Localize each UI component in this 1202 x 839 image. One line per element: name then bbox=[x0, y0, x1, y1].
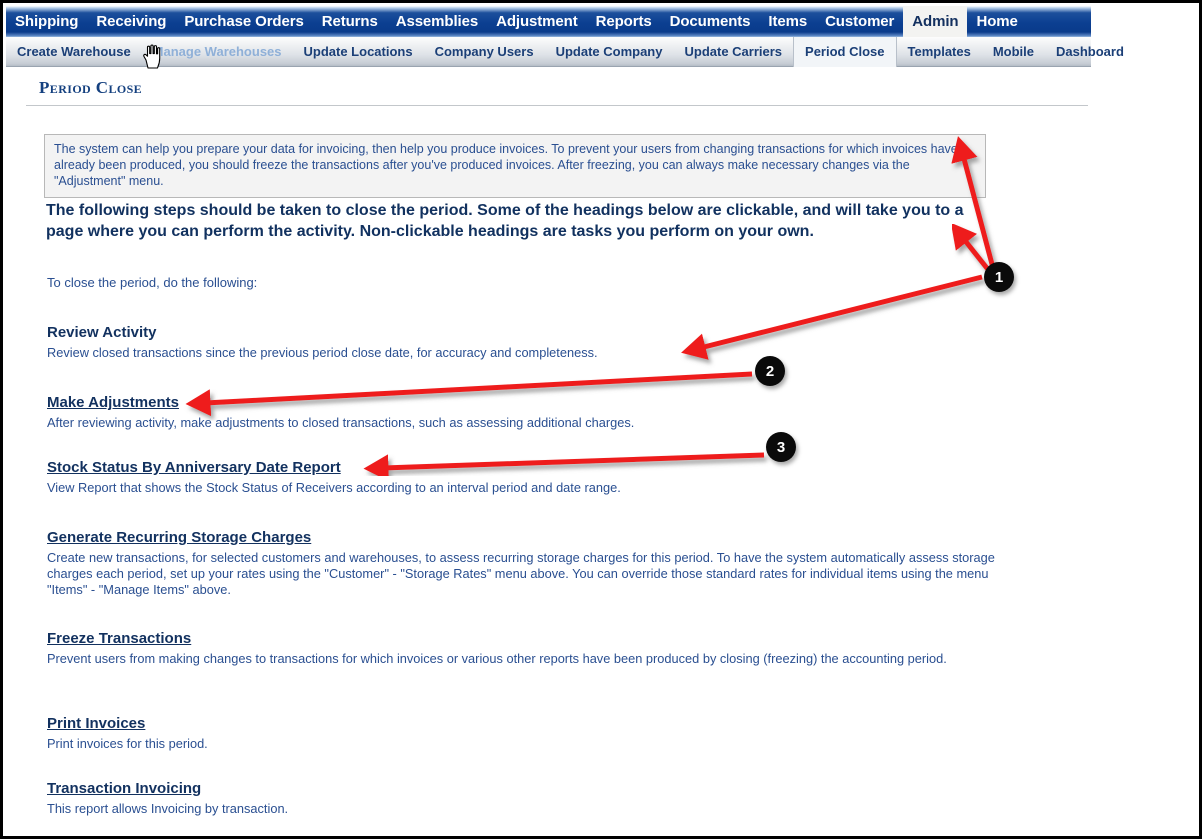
secondary-nav-item-manage-warehouses[interactable]: Manage Warehouses bbox=[142, 37, 293, 67]
step-heading-freeze-transactions[interactable]: Freeze Transactions bbox=[47, 629, 191, 648]
primary-nav-item-receiving[interactable]: Receiving bbox=[87, 7, 175, 37]
secondary-nav-item-company-users[interactable]: Company Users bbox=[424, 37, 545, 67]
step-heading-transaction-invoicing[interactable]: Transaction Invoicing bbox=[47, 779, 201, 798]
step-heading-review-activity: Review Activity bbox=[47, 324, 157, 341]
step-heading-make-adjustments[interactable]: Make Adjustments bbox=[47, 393, 179, 412]
primary-nav-item-home[interactable]: Home bbox=[967, 7, 1026, 37]
step-section-generate-recurring-storage-charges: Generate Recurring Storage Charges Create… bbox=[47, 528, 1007, 598]
primary-nav-item-items[interactable]: Items bbox=[759, 7, 816, 37]
secondary-nav-item-mobile[interactable]: Mobile bbox=[982, 37, 1045, 67]
step-heading-stock-status-by-anniversary-date-report[interactable]: Stock Status By Anniversary Date Report bbox=[47, 458, 341, 477]
primary-nav-item-adjustment[interactable]: Adjustment bbox=[487, 7, 587, 37]
step-description-transaction-invoicing: This report allows Invoicing by transact… bbox=[47, 801, 289, 816]
step-section-review-activity: Review Activity Review closed transaction… bbox=[47, 323, 1007, 361]
secondary-nav-item-create-warehouse[interactable]: Create Warehouse bbox=[6, 37, 142, 67]
step-description-stock-status-by-anniversary-date-report: View Report that shows the Stock Status … bbox=[47, 480, 621, 495]
application-window: Shipping Receiving Purchase Orders Returns A… bbox=[0, 0, 1202, 839]
step-section-freeze-transactions: Freeze Transactions Prevent users from ma… bbox=[47, 629, 1007, 667]
secondary-nav-item-update-company[interactable]: Update Company bbox=[545, 37, 674, 67]
step-description-make-adjustments: After reviewing activity, make adjustmen… bbox=[47, 415, 635, 430]
step-section-stock-status-by-anniversary-date-report: Stock Status By Anniversary Date Report V… bbox=[47, 458, 1007, 496]
step-section-transaction-invoicing: Transaction Invoicing This report allows … bbox=[47, 779, 1007, 817]
steps-intro-paragraph: The following steps should be taken to c… bbox=[46, 202, 964, 240]
primary-nav-item-purchase-orders[interactable]: Purchase Orders bbox=[175, 7, 312, 37]
step-description-print-invoices: Print invoices for this period. bbox=[47, 736, 208, 751]
primary-nav-item-admin[interactable]: Admin bbox=[903, 6, 968, 37]
step-section-make-adjustments: Make Adjustments After reviewing activity… bbox=[47, 393, 1007, 431]
page-content: Period Close The system can help you pre… bbox=[6, 68, 1091, 833]
secondary-nav-item-dashboard[interactable]: Dashboard bbox=[1045, 37, 1135, 67]
step-section-print-invoices: Print Invoices Print invoices for this pe… bbox=[47, 714, 1007, 752]
secondary-nav-item-templates[interactable]: Templates bbox=[897, 37, 982, 67]
page-title: Period Close bbox=[39, 78, 143, 97]
step-description-review-activity: Review closed transactions since the pre… bbox=[47, 345, 598, 360]
step-description-freeze-transactions: Prevent users from making changes to tra… bbox=[47, 651, 947, 666]
step-heading-print-invoices[interactable]: Print Invoices bbox=[47, 714, 145, 733]
step-heading-generate-recurring-storage-charges[interactable]: Generate Recurring Storage Charges bbox=[47, 528, 311, 547]
primary-nav-item-customer[interactable]: Customer bbox=[816, 7, 903, 37]
secondary-nav-item-update-locations[interactable]: Update Locations bbox=[293, 37, 424, 67]
primary-nav-item-shipping[interactable]: Shipping bbox=[6, 7, 87, 37]
secondary-nav-item-update-carriers[interactable]: Update Carriers bbox=[673, 37, 793, 67]
step-description-generate-recurring-storage-charges: Create new transactions, for selected cu… bbox=[47, 550, 995, 597]
title-divider bbox=[26, 105, 1088, 106]
do-the-following-label: To close the period, do the following: bbox=[47, 275, 258, 290]
primary-nav-item-returns[interactable]: Returns bbox=[313, 7, 387, 37]
secondary-nav-item-period-close[interactable]: Period Close bbox=[793, 36, 897, 67]
primary-navigation-bar: Shipping Receiving Purchase Orders Returns A… bbox=[6, 6, 1091, 37]
primary-nav-item-reports[interactable]: Reports bbox=[587, 7, 661, 37]
info-message-box: The system can help you prepare your dat… bbox=[44, 134, 986, 198]
secondary-navigation-bar: Create Warehouse Manage Warehouses Update … bbox=[6, 36, 1124, 67]
primary-nav-item-assemblies[interactable]: Assemblies bbox=[387, 7, 487, 37]
primary-nav-item-documents[interactable]: Documents bbox=[661, 7, 760, 37]
